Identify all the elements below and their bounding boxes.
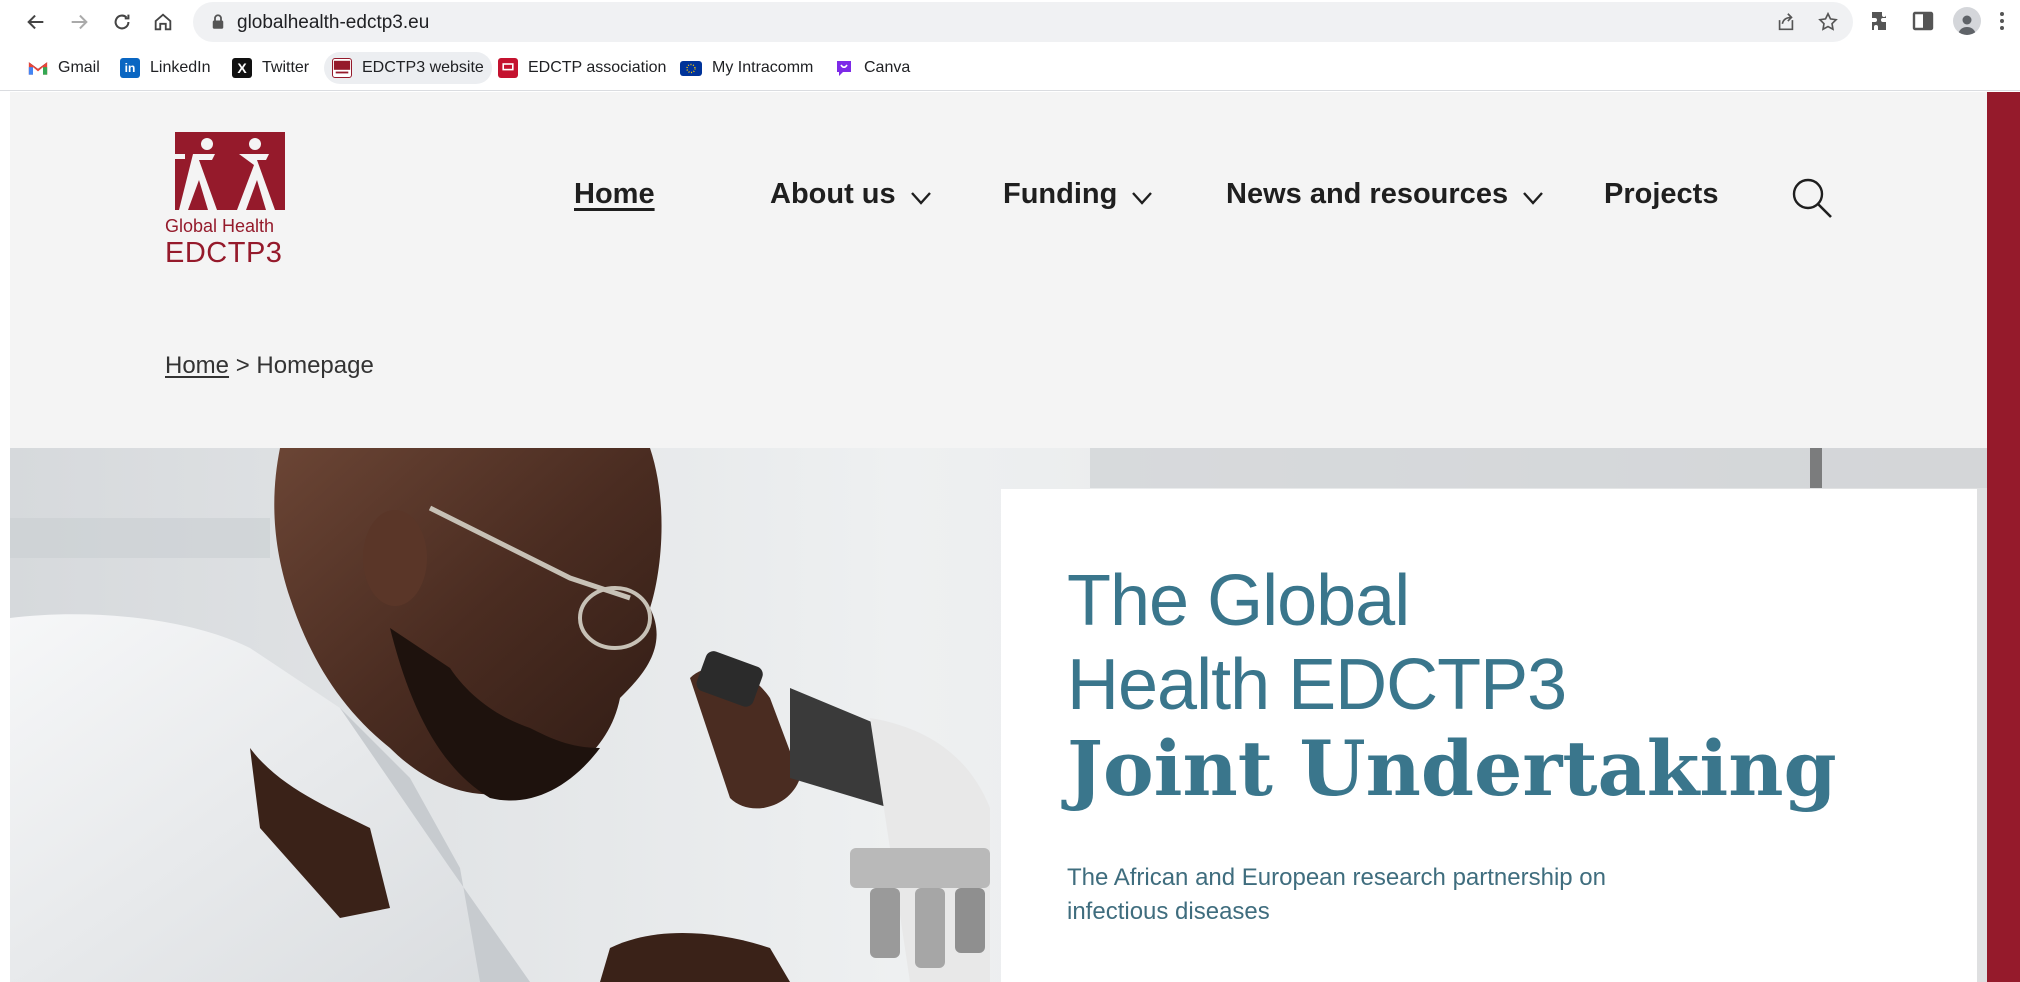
bookmark-label: EDCTP3 website xyxy=(362,59,484,76)
extensions-puzzle-icon[interactable] xyxy=(1869,9,1893,33)
bookmark-label: LinkedIn xyxy=(150,59,211,76)
bookmark-linkedin[interactable]: in LinkedIn xyxy=(112,52,219,84)
nav-home[interactable]: Home xyxy=(574,178,655,211)
reload-button[interactable] xyxy=(107,7,137,37)
bookmark-star-icon[interactable] xyxy=(1817,11,1839,33)
edctp-favicon xyxy=(498,58,518,78)
menu-kebab-icon[interactable] xyxy=(1996,9,2008,33)
bookmark-edctp3-website[interactable]: EDCTP3 website xyxy=(324,52,492,84)
profile-avatar[interactable] xyxy=(1953,7,1981,35)
eu-flag-icon xyxy=(680,60,702,76)
web-page: Global Health EDCTP3 Home About us Fundi… xyxy=(10,92,1987,982)
search-icon[interactable] xyxy=(1790,176,1834,220)
url-text: globalhealth-edctp3.eu xyxy=(237,12,430,33)
bookmark-edctp-association[interactable]: EDCTP association xyxy=(490,52,674,84)
main-navigation: Home About us Funding News and resources… xyxy=(10,178,1987,218)
bookmark-label: Twitter xyxy=(262,59,310,76)
forward-arrow-icon xyxy=(71,14,88,30)
browser-toolbar: globalhealth-edctp3.eu xyxy=(0,0,2020,45)
x-twitter-icon: X xyxy=(232,58,252,78)
address-bar[interactable]: globalhealth-edctp3.eu xyxy=(193,2,1853,42)
reload-icon xyxy=(114,14,130,30)
hero-title-line2: Health EDCTP3 xyxy=(1067,645,1567,725)
chevron-down-icon xyxy=(1523,191,1543,205)
linkedin-icon: in xyxy=(120,58,140,78)
chevron-down-icon xyxy=(910,191,931,205)
hero-card: The Global Health EDCTP3 Joint Undertaki… xyxy=(1001,489,1977,982)
nav-projects-label: Projects xyxy=(1604,178,1719,210)
hero-title-line1: The Global xyxy=(1067,561,1410,641)
breadcrumb-home-link[interactable]: Home xyxy=(165,352,229,379)
nav-funding-label: Funding xyxy=(1003,178,1118,210)
nav-news-and-resources[interactable]: News and resources xyxy=(1226,178,1544,211)
nav-home-label: Home xyxy=(574,178,655,210)
back-arrow-icon xyxy=(27,14,44,30)
nav-news-label: News and resources xyxy=(1226,178,1509,210)
bookmark-label: EDCTP association xyxy=(528,59,667,76)
side-accent-band xyxy=(1987,92,2020,982)
forward-button[interactable] xyxy=(64,7,94,37)
bookmark-label: Canva xyxy=(864,59,911,76)
home-icon xyxy=(154,13,172,31)
nav-about-us[interactable]: About us xyxy=(770,178,932,211)
edctp3-favicon xyxy=(332,58,352,78)
share-icon[interactable] xyxy=(1775,11,1797,33)
gmail-icon xyxy=(28,58,48,78)
nav-funding[interactable]: Funding xyxy=(1003,178,1153,211)
person-icon xyxy=(1958,15,1976,35)
logo-text-edctp3: EDCTP3 xyxy=(165,237,283,269)
canva-icon xyxy=(834,58,854,78)
bookmark-my-intracomm[interactable]: My Intracomm xyxy=(672,52,821,84)
hero-subtitle: The African and European research partne… xyxy=(1067,864,1607,925)
breadcrumb: Home > Homepage xyxy=(165,352,374,380)
lock-icon xyxy=(212,14,224,29)
bookmark-label: My Intracomm xyxy=(712,59,814,76)
nav-about-label: About us xyxy=(770,178,896,210)
home-button[interactable] xyxy=(148,7,178,37)
bookmarks-bar: Gmail in LinkedIn X Twitter EDCTP3 websi… xyxy=(0,45,2020,91)
chevron-down-icon xyxy=(1132,191,1153,205)
bookmark-gmail[interactable]: Gmail xyxy=(20,52,108,84)
breadcrumb-current: Homepage xyxy=(256,352,374,379)
breadcrumb-separator: > xyxy=(229,352,257,379)
hero-title-line3: Joint Undertaking xyxy=(1067,724,1837,813)
bookmark-canva[interactable]: Canva xyxy=(826,52,918,84)
bookmark-label: Gmail xyxy=(58,59,100,76)
logo-text-global-health: Global Health xyxy=(165,216,275,236)
nav-projects[interactable]: Projects xyxy=(1604,178,1718,211)
bookmark-twitter[interactable]: X Twitter xyxy=(224,52,317,84)
back-button[interactable] xyxy=(21,7,51,37)
side-panel-icon[interactable] xyxy=(1911,9,1935,33)
